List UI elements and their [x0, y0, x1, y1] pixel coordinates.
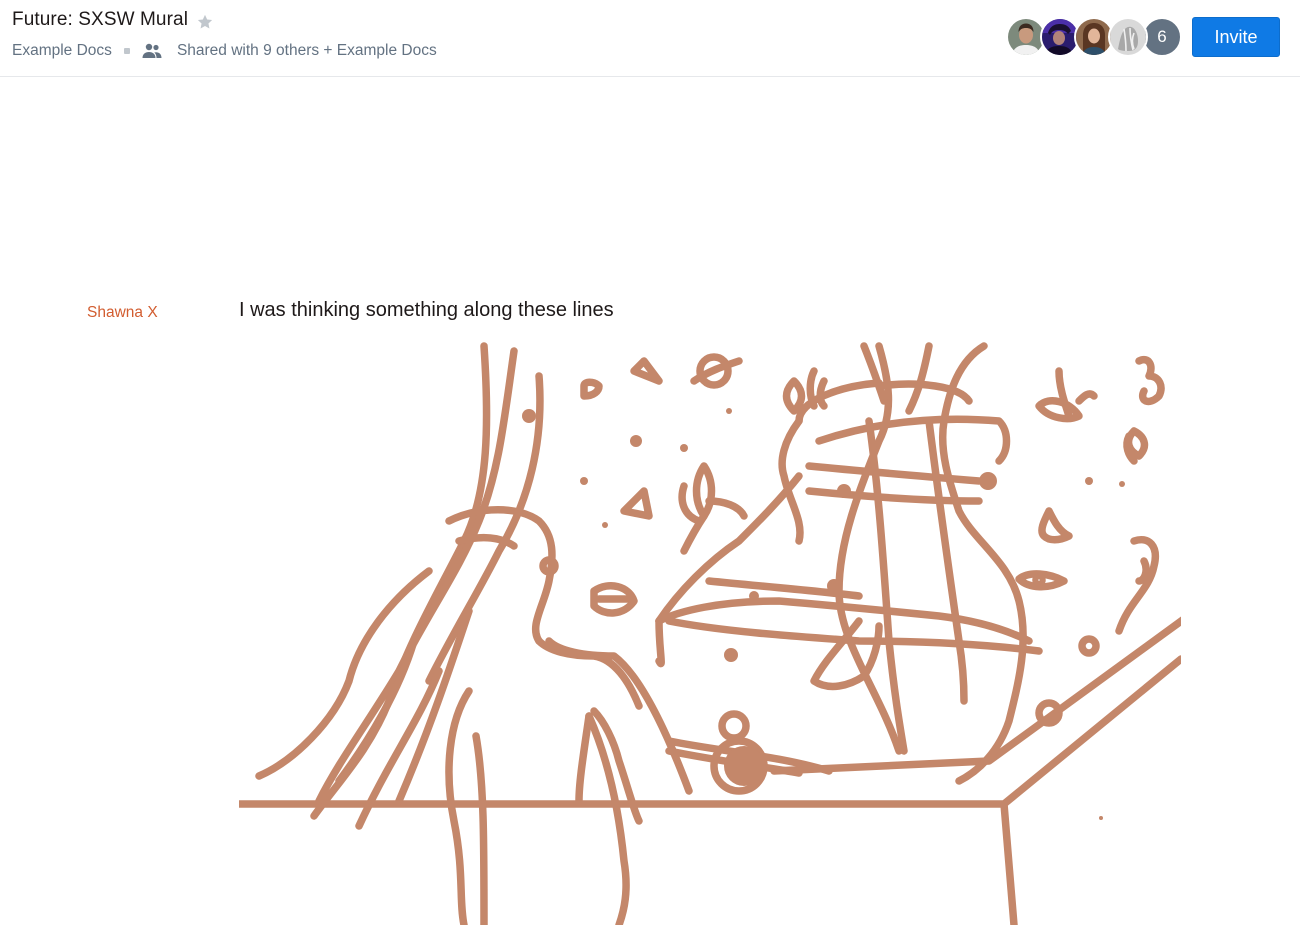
invite-button[interactable]: Invite [1192, 17, 1280, 57]
star-icon[interactable] [196, 13, 214, 31]
more-collaborators-count[interactable]: 6 [1142, 17, 1182, 57]
comment-text: I was thinking something along these lin… [239, 299, 614, 321]
people-icon [142, 43, 162, 58]
avatar[interactable] [1108, 17, 1148, 57]
folder-link[interactable]: Example Docs [12, 42, 112, 60]
doc-meta: Example Docs Shared with 9 others + Exam… [12, 42, 437, 60]
doc-header: Future: SXSW Mural Example Docs Shared w… [0, 0, 1300, 77]
doc-title[interactable]: Future: SXSW Mural [12, 9, 188, 31]
collaborator-avatars: 6 [1006, 17, 1182, 57]
title-row: Future: SXSW Mural [12, 9, 214, 31]
shared-with-text[interactable]: Shared with 9 others + Example Docs [177, 42, 437, 60]
comment-author[interactable]: Shawna X [87, 304, 158, 322]
sketch-drawing [239, 342, 1181, 925]
separator-dot [123, 48, 130, 54]
